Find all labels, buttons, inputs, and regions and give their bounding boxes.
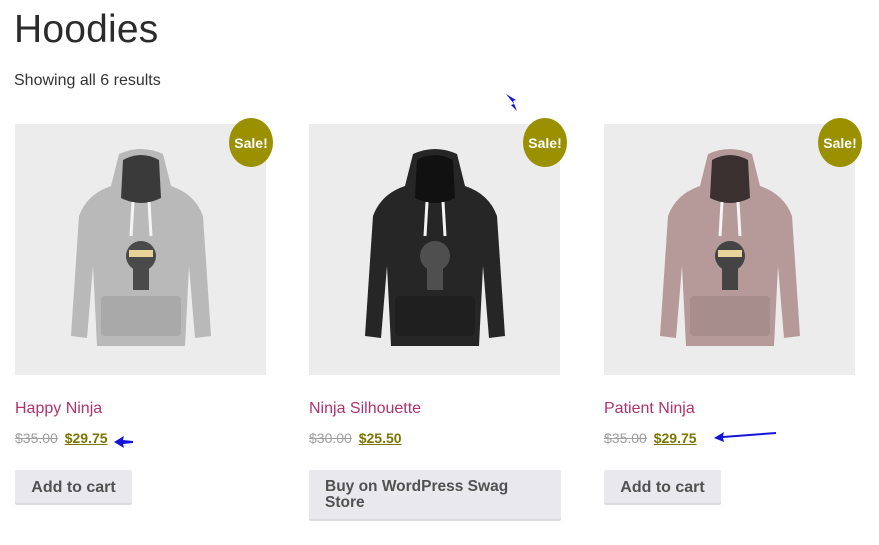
sale-badge: Sale! bbox=[818, 118, 862, 167]
annotation-arrow-icon bbox=[506, 94, 517, 111]
product-title[interactable]: Patient Ninja bbox=[604, 400, 695, 418]
product-card: Sale! Happy Ninja $35.00 $29.75 Add to c… bbox=[15, 118, 273, 505]
annotation-arrow-icon bbox=[114, 436, 133, 448]
price: $30.00 $25.50 bbox=[309, 430, 402, 446]
result-count: Showing all 6 results bbox=[14, 72, 161, 89]
sale-badge: Sale! bbox=[523, 118, 567, 167]
hoodie-image bbox=[364, 149, 505, 346]
sale-badge: Sale! bbox=[229, 118, 273, 167]
sale-price: $29.75 bbox=[64, 430, 108, 446]
hoodie-image bbox=[659, 149, 800, 346]
price: $35.00 $29.75 bbox=[15, 430, 108, 446]
price: $35.00 $29.75 bbox=[604, 430, 697, 446]
sale-price: $25.50 bbox=[358, 430, 402, 446]
product-image[interactable]: Sale! bbox=[15, 118, 273, 375]
product-image[interactable]: Sale! bbox=[309, 118, 567, 375]
product-title[interactable]: Ninja Silhouette bbox=[309, 400, 421, 418]
old-price: $35.00 bbox=[15, 430, 58, 446]
old-price: $30.00 bbox=[309, 430, 352, 446]
add-to-cart-button[interactable]: Add to cart bbox=[604, 470, 721, 505]
sale-price: $29.75 bbox=[653, 430, 697, 446]
product-card: Sale! Patient Ninja $35.00 $29.75 Add to… bbox=[604, 118, 862, 505]
old-price: $35.00 bbox=[604, 430, 647, 446]
buy-on-wordpress-swag-store-button[interactable]: Buy on WordPress Swag Store bbox=[309, 470, 561, 521]
product-title[interactable]: Happy Ninja bbox=[15, 400, 102, 418]
hoodie-image bbox=[70, 149, 211, 346]
page-title: Hoodies bbox=[14, 8, 159, 51]
product-card: Sale! Ninja Silhouette $30.00 $25.50 Buy… bbox=[309, 118, 567, 521]
annotation-arrow-icon bbox=[714, 432, 776, 442]
shop-page: Hoodies Showing all 6 results Sale! Happ… bbox=[0, 0, 879, 545]
add-to-cart-button[interactable]: Add to cart bbox=[15, 470, 132, 505]
product-image[interactable]: Sale! bbox=[604, 118, 862, 375]
